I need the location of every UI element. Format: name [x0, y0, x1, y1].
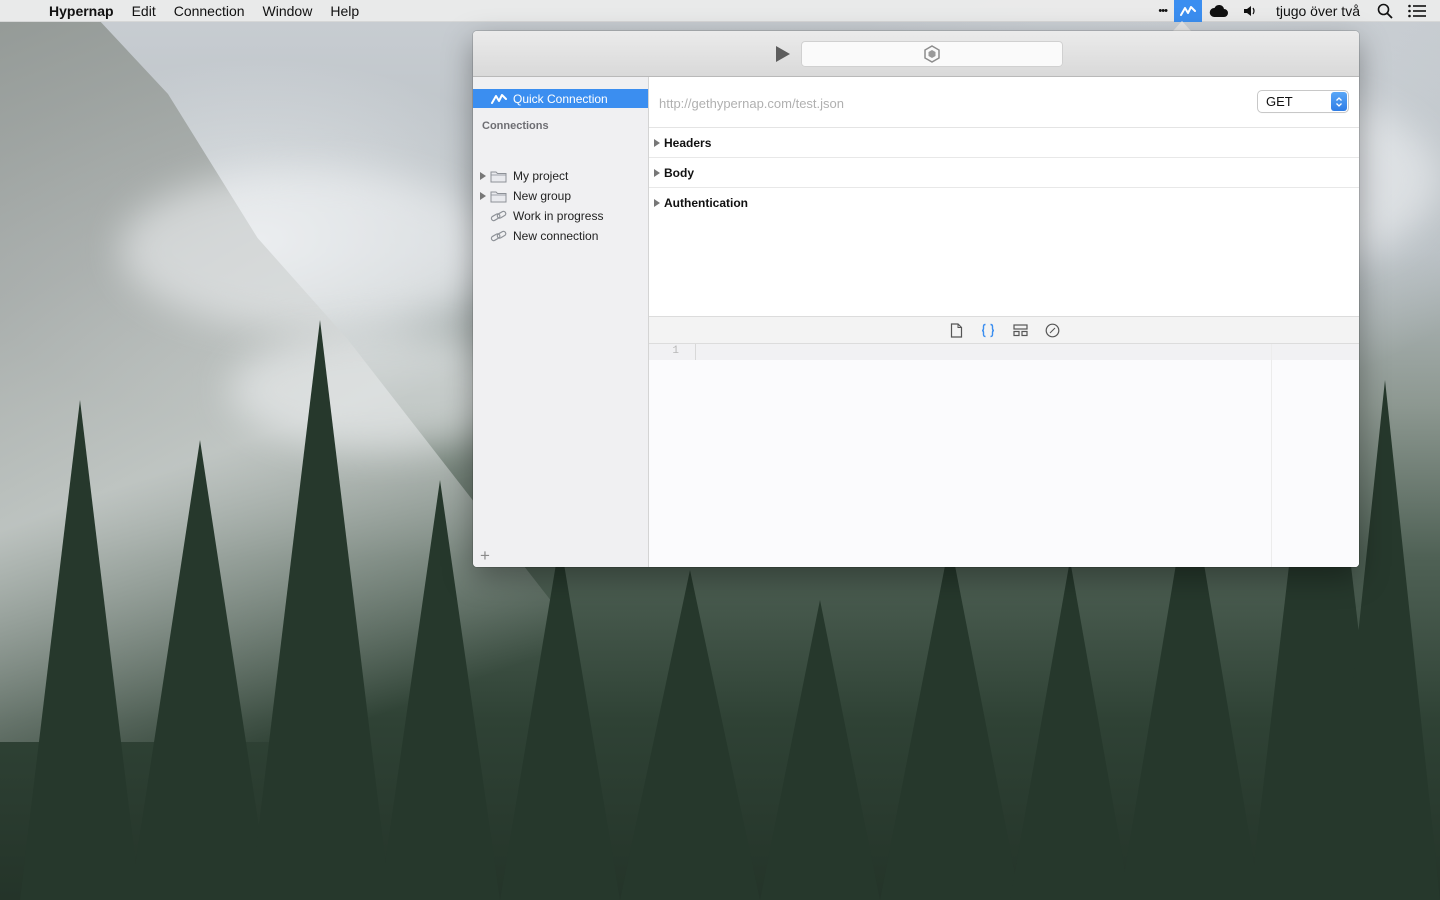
headers-section[interactable]: Headers	[649, 128, 1359, 158]
popover-arrow	[1173, 21, 1191, 31]
menu-connection[interactable]: Connection	[165, 3, 254, 19]
disclosure-triangle-icon[interactable]	[654, 168, 660, 177]
folder-icon	[490, 171, 507, 182]
wallpaper-tree	[1010, 560, 1130, 900]
menu-window[interactable]: Window	[254, 3, 322, 19]
request-editor: GET Headers Body Authentication	[649, 77, 1359, 567]
select-stepper-icon	[1331, 92, 1347, 111]
app-menu[interactable]: Hypernap	[40, 3, 123, 19]
status-bar: ••• tjugo över två	[1151, 0, 1440, 22]
disclosure-triangle-icon[interactable]	[480, 192, 486, 200]
compass-icon[interactable]	[1044, 322, 1060, 338]
sidebar-item-label: Quick Connection	[513, 91, 608, 106]
braces-icon[interactable]	[980, 322, 996, 338]
notification-center-icon[interactable]	[1400, 0, 1440, 22]
sidebar-item-work-in-progress[interactable]: Work in progress	[473, 206, 648, 226]
menu-help[interactable]: Help	[321, 3, 368, 19]
method-select[interactable]: GET	[1258, 91, 1348, 112]
sidebar-item-label: New connection	[513, 229, 599, 243]
clock[interactable]: tjugo över två	[1266, 0, 1370, 22]
wallpaper-tree	[880, 540, 1020, 900]
menu-edit[interactable]: Edit	[123, 3, 165, 19]
hypernap-status-icon[interactable]	[1173, 0, 1202, 22]
body-section[interactable]: Body	[649, 158, 1359, 188]
wallpaper-tree	[500, 540, 620, 900]
disclosure-triangle-icon[interactable]	[480, 172, 486, 180]
page-guide	[1271, 344, 1272, 567]
disclosure-triangle-icon[interactable]	[654, 138, 660, 147]
url-row: GET	[649, 77, 1359, 128]
method-value: GET	[1266, 94, 1293, 109]
cloud-icon[interactable]	[1202, 0, 1236, 22]
sidebar-item-label: New group	[513, 189, 572, 203]
connections-section-title: Connections	[482, 120, 549, 132]
sidebar: Quick Connection Connections My project …	[473, 77, 649, 567]
menu-bar: Hypernap Edit Connection Window Help •••…	[0, 0, 1440, 22]
run-button[interactable]	[773, 44, 793, 64]
pulse-icon	[491, 93, 507, 104]
add-connection-button[interactable]: +	[478, 547, 492, 564]
spotlight-search-icon[interactable]	[1370, 0, 1400, 22]
sidebar-item-my-project[interactable]: My project	[473, 166, 648, 186]
sidebar-item-new-connection[interactable]: New connection	[473, 226, 648, 246]
document-icon[interactable]	[948, 322, 964, 338]
wallpaper-tree	[250, 320, 390, 900]
sidebar-item-label: My project	[513, 169, 569, 183]
volume-icon[interactable]	[1236, 0, 1266, 22]
sidebar-item-new-group[interactable]: New group	[473, 186, 648, 206]
line-number-gutter: 1	[649, 344, 695, 567]
toolbar	[473, 31, 1359, 77]
link-icon	[490, 210, 507, 221]
wallpaper-tree	[620, 570, 760, 900]
section-label: Headers	[664, 135, 712, 150]
current-line-highlight	[649, 344, 1359, 360]
url-input[interactable]	[659, 93, 1219, 113]
hypernap-window: Quick Connection Connections My project …	[473, 31, 1359, 567]
more-icon[interactable]: •••	[1151, 0, 1174, 22]
response-view-bar	[649, 316, 1359, 344]
disclosure-triangle-icon[interactable]	[654, 199, 660, 207]
wallpaper-tree	[760, 600, 880, 900]
sidebar-item-quick-connection[interactable]: Quick Connection	[473, 89, 648, 108]
text-cursor	[695, 344, 696, 360]
layout-icon[interactable]	[1012, 322, 1028, 338]
activity-display	[801, 41, 1063, 67]
wallpaper-tree	[20, 400, 140, 900]
link-icon	[490, 230, 507, 241]
authentication-section[interactable]: Authentication	[649, 188, 1359, 218]
section-label: Authentication	[664, 196, 748, 210]
line-number: 1	[672, 345, 679, 357]
play-icon	[776, 46, 790, 62]
folder-icon	[490, 191, 507, 202]
response-editor[interactable]: 1	[649, 344, 1359, 567]
wallpaper-tree	[130, 440, 270, 900]
sidebar-item-label: Work in progress	[513, 209, 604, 223]
hexagon-logo-icon	[924, 45, 940, 63]
section-label: Body	[664, 165, 694, 180]
wallpaper-mist	[120, 170, 500, 330]
